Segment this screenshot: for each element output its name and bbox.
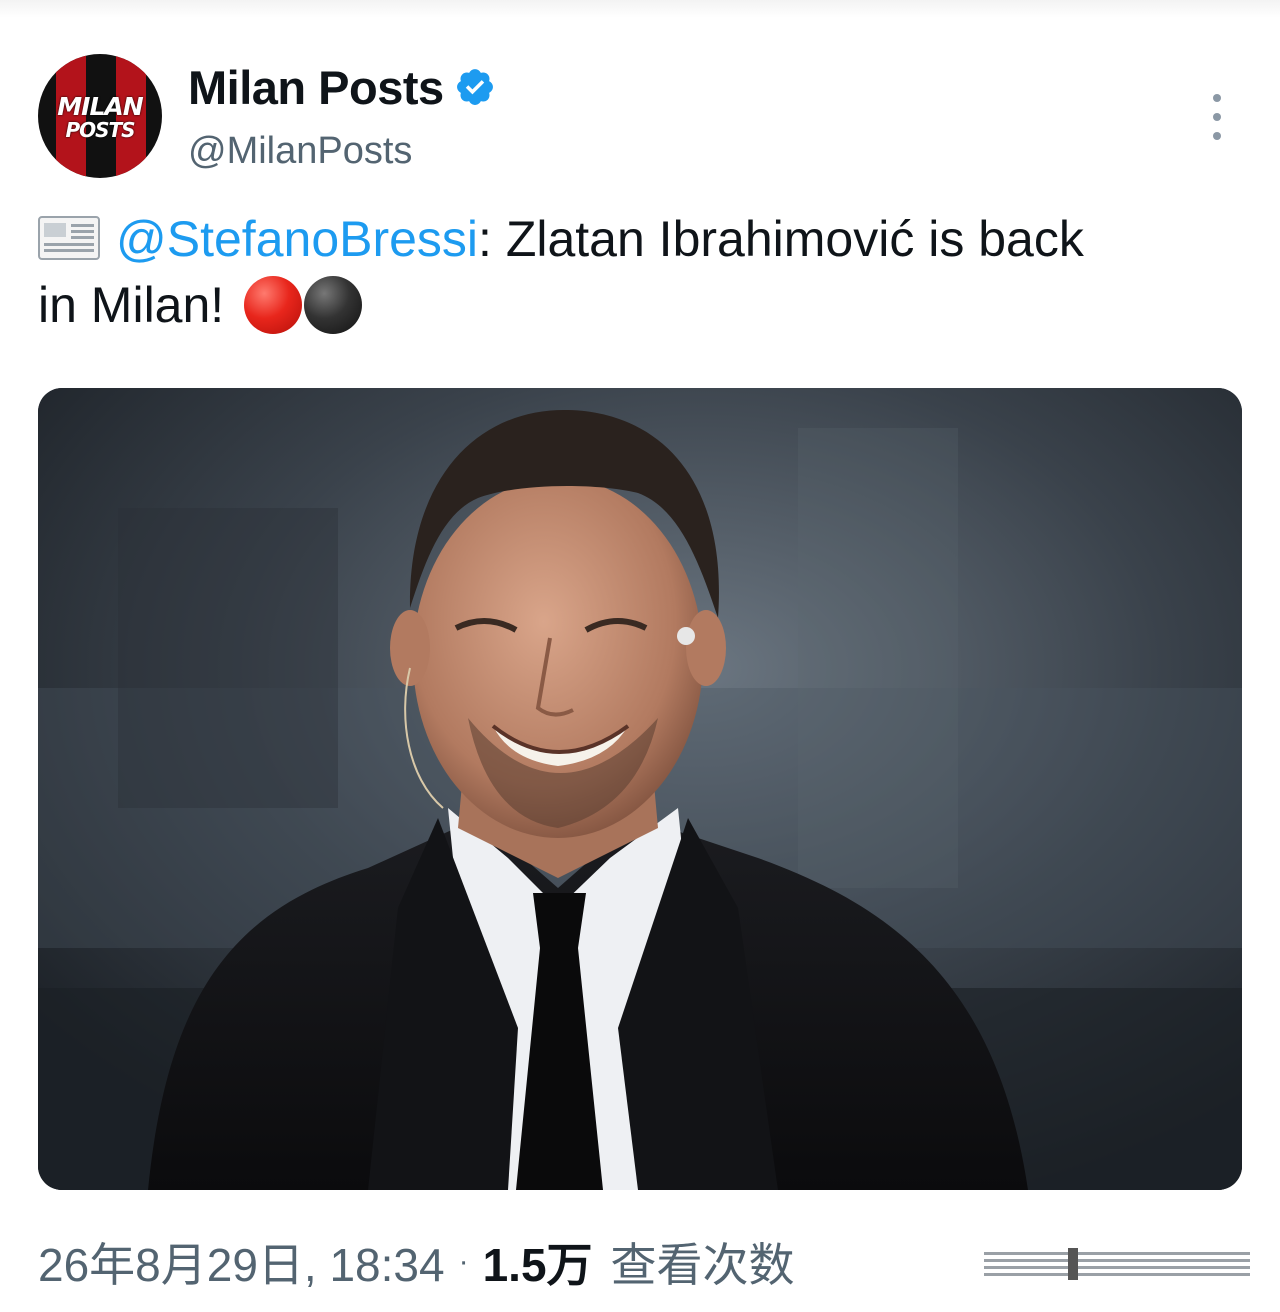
- views-count: 1.5万: [482, 1239, 593, 1291]
- mention-link[interactable]: @StefanoBressi: [116, 211, 478, 267]
- tweet-photo[interactable]: [38, 388, 1242, 1190]
- newspaper-icon: [38, 216, 100, 260]
- name-row: Milan Posts: [188, 58, 496, 116]
- avatar[interactable]: MILAN POSTS: [38, 54, 162, 178]
- tweet-header: MILAN POSTS Milan Posts @MilanPosts: [38, 54, 1242, 178]
- top-edge: [0, 0, 1280, 18]
- avatar-logo-line2: POSTS: [65, 118, 135, 142]
- author-handle[interactable]: @MilanPosts: [188, 130, 412, 173]
- timestamp[interactable]: 26年8月29日, 18:34: [38, 1229, 445, 1295]
- tweet-body-line2: in Milan!: [38, 277, 225, 333]
- tweet-body-line1: : Zlatan Ibrahimović is back: [478, 211, 1084, 267]
- meta-separator: ·: [458, 1245, 469, 1278]
- smiling-man-in-suit-photo: [38, 388, 1242, 1190]
- tweet-text: @StefanoBressi: Zlatan Ibrahimović is ba…: [38, 206, 1238, 338]
- black-circle-icon: [304, 276, 363, 334]
- more-vertical-icon[interactable]: [1202, 94, 1232, 140]
- views-label: 查看次数: [610, 1239, 795, 1291]
- red-circle-icon: [244, 276, 303, 334]
- display-name[interactable]: Milan Posts: [188, 60, 444, 115]
- tweet-meta: 26年8月29日, 18:34 · 1.5万 查看次数: [38, 1232, 795, 1292]
- verified-badge-icon: [456, 69, 493, 105]
- watermark-icon: [984, 1248, 1250, 1280]
- avatar-logo-line1: MILAN: [57, 92, 143, 121]
